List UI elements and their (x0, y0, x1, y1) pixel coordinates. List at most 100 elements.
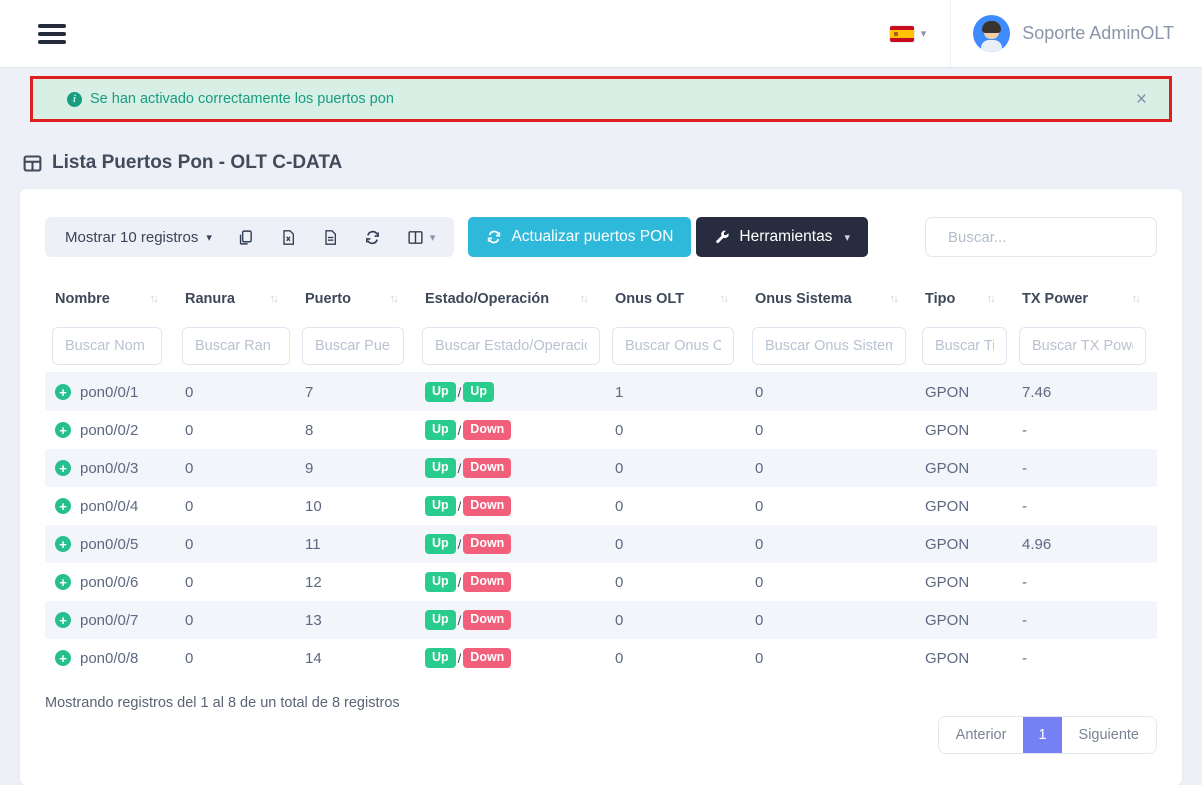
table-row: +pon0/0/4010Up/Down00GPON- (45, 487, 1157, 525)
top-navbar: ▾ Soporte AdminOLT (0, 0, 1202, 67)
sort-icon[interactable]: ↑↓ (890, 293, 898, 305)
operacion-badge: Down (463, 572, 511, 593)
tools-dropdown-button[interactable]: Herramientas ▾ (696, 217, 868, 257)
pagination-next[interactable]: Siguiente (1062, 717, 1156, 753)
port-name: pon0/0/8 (80, 650, 138, 667)
table-row: +pon0/0/6012Up/Down00GPON- (45, 563, 1157, 601)
cell-onus-sistema: 0 (745, 574, 915, 591)
column-header-1[interactable]: Nombre↑↓ (45, 291, 175, 307)
spain-flag-icon (890, 26, 914, 42)
user-menu[interactable]: Soporte AdminOLT (951, 15, 1174, 52)
cell-nombre: + pon0/0/8 (45, 650, 175, 667)
cell-tx-power: - (1012, 574, 1157, 591)
pagination-current-page[interactable]: 1 (1023, 717, 1061, 753)
cell-tx-power: - (1012, 498, 1157, 515)
column-filter-input-5[interactable] (612, 327, 734, 365)
column-header-6[interactable]: Onus Sistema↑↓ (745, 291, 915, 307)
reload-table-button[interactable] (351, 229, 394, 246)
column-filter-input-6[interactable] (752, 327, 906, 365)
column-header-2[interactable]: Ranura↑↓ (175, 291, 295, 307)
expand-row-icon[interactable]: + (55, 460, 71, 476)
expand-row-icon[interactable]: + (55, 612, 71, 628)
column-filter-input-1[interactable] (52, 327, 162, 365)
cell-tipo: GPON (915, 536, 1012, 553)
column-header-3[interactable]: Puerto ↑↓ (295, 291, 415, 307)
operacion-badge: Down (463, 534, 511, 555)
sort-icon[interactable]: ↑↓ (987, 293, 995, 305)
column-visibility-button[interactable]: ▾ (394, 229, 449, 246)
column-filter-input-8[interactable] (1019, 327, 1146, 365)
expand-row-icon[interactable]: + (55, 422, 71, 438)
wrench-icon (714, 229, 730, 245)
column-header-8[interactable]: TX Power↑↓ (1012, 291, 1157, 307)
expand-row-icon[interactable]: + (55, 384, 71, 400)
copy-button[interactable] (224, 229, 267, 246)
badge-separator: / (458, 651, 462, 666)
sort-icon[interactable]: ↑↓ (150, 293, 158, 305)
success-alert: i Se han activado correctamente los puer… (33, 79, 1169, 119)
chevron-down-icon: ▾ (921, 27, 927, 40)
pdf-export-button[interactable] (309, 229, 351, 246)
column-filter-input-7[interactable] (922, 327, 1007, 365)
cell-tipo: GPON (915, 460, 1012, 477)
estado-badge: Up (425, 648, 456, 669)
menu-toggle-icon[interactable] (38, 20, 66, 48)
filter-cell-4 (415, 327, 605, 365)
cell-onus-sistema: 0 (745, 650, 915, 667)
table-row: +pon0/0/309Up/Down00GPON- (45, 449, 1157, 487)
operacion-badge: Up (463, 382, 494, 403)
filter-cell-1 (45, 327, 175, 365)
column-header-4[interactable]: Estado/Operación↑↓ (415, 291, 605, 307)
column-filter-input-4[interactable] (422, 327, 600, 365)
table-row: +pon0/0/107Up/Up10GPON7.46 (45, 373, 1157, 411)
excel-export-button[interactable] (267, 229, 309, 246)
column-header-5[interactable]: Onus OLT↑↓ (605, 291, 745, 307)
page-length-dropdown[interactable]: Mostrar 10 registros ▾ (51, 229, 224, 246)
column-header-label: Puerto (305, 291, 351, 307)
filter-cell-6 (745, 327, 915, 365)
cell-onus-sistema: 0 (745, 384, 915, 401)
column-header-7[interactable]: Tipo↑↓ (915, 291, 1012, 307)
table-header-row: Nombre↑↓Ranura↑↓Puerto↑↓Estado/Operación… (45, 279, 1157, 319)
sort-icon[interactable]: ↑↓ (1132, 293, 1140, 305)
filter-cell-2 (175, 327, 295, 365)
estado-badge: Up (425, 382, 456, 403)
cell-ranura: 0 (175, 574, 295, 591)
language-dropdown[interactable]: ▾ (866, 26, 951, 42)
sort-icon[interactable]: ↑↓ (390, 293, 398, 305)
cell-ranura: 0 (175, 384, 295, 401)
cell-ranura: 0 (175, 422, 295, 439)
cell-ranura: 0 (175, 460, 295, 477)
cell-puerto: 8 (295, 422, 415, 439)
table-filter-row (45, 319, 1157, 373)
close-icon[interactable]: × (1136, 90, 1147, 109)
port-name: pon0/0/5 (80, 536, 138, 553)
cell-onus-olt: 0 (605, 574, 745, 591)
filter-cell-7 (915, 327, 1012, 365)
cell-estado-operacion: Up/Down (415, 496, 605, 517)
operacion-badge: Down (463, 648, 511, 669)
estado-badge: Up (425, 458, 456, 479)
table-row: +pon0/0/5011Up/Down00GPON4.96 (45, 525, 1157, 563)
sort-icon[interactable]: ↑↓ (720, 293, 728, 305)
cell-tipo: GPON (915, 650, 1012, 667)
cell-onus-sistema: 0 (745, 422, 915, 439)
expand-row-icon[interactable]: + (55, 650, 71, 666)
expand-row-icon[interactable]: + (55, 574, 71, 590)
cell-onus-olt: 0 (605, 536, 745, 553)
pagination-previous[interactable]: Anterior (939, 717, 1024, 753)
port-name: pon0/0/1 (80, 384, 138, 401)
cell-tx-power: 4.96 (1012, 536, 1157, 553)
column-filter-input-2[interactable] (182, 327, 290, 365)
table-search (925, 217, 1157, 257)
cell-tx-power: - (1012, 650, 1157, 667)
cell-nombre: +pon0/0/4 (45, 498, 175, 515)
expand-row-icon[interactable]: + (55, 498, 71, 514)
refresh-pon-ports-button[interactable]: Actualizar puertos PON (468, 217, 691, 257)
badge-separator: / (458, 613, 462, 628)
sort-icon[interactable]: ↑↓ (270, 293, 278, 305)
search-input[interactable] (948, 229, 1147, 246)
expand-row-icon[interactable]: + (55, 536, 71, 552)
column-filter-input-3[interactable] (302, 327, 404, 365)
sort-icon[interactable]: ↑↓ (580, 293, 588, 305)
